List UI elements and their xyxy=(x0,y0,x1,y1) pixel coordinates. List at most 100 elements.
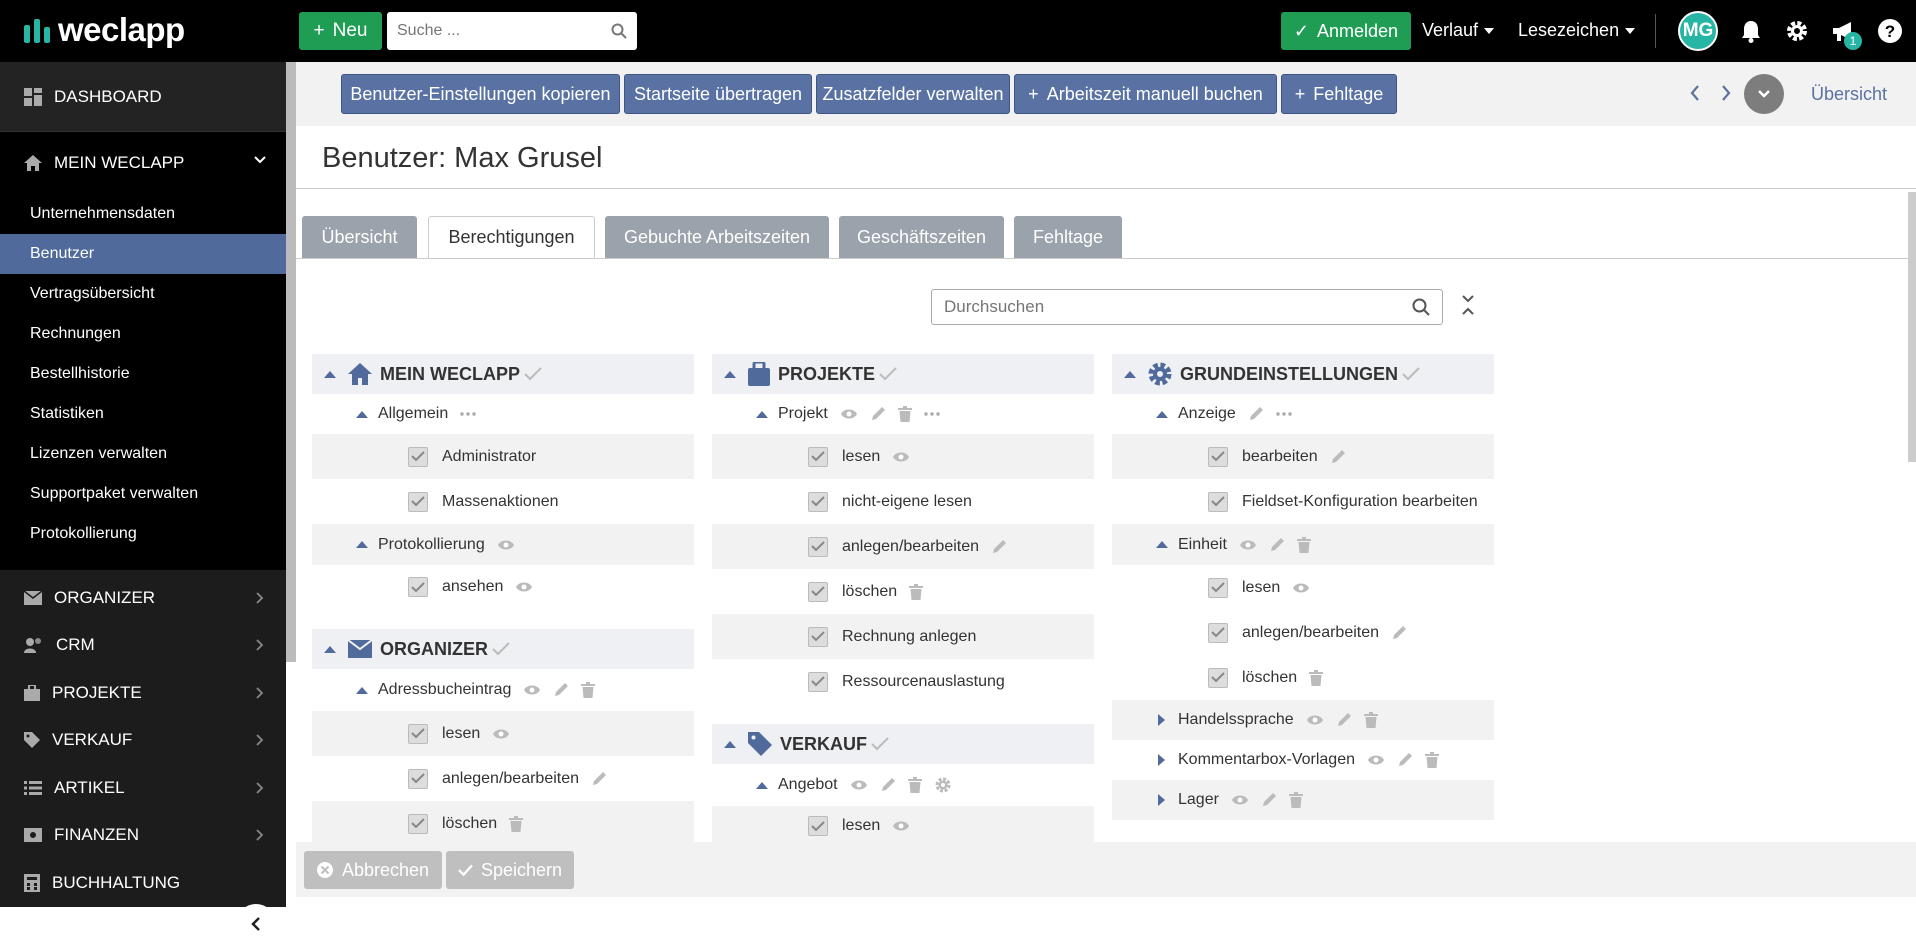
copy-settings-button[interactable]: Benutzer-Einstellungen kopieren xyxy=(341,74,620,114)
sidebar-section-mein-weclapp[interactable]: MEIN WECLAPP xyxy=(0,132,286,194)
more-icon[interactable] xyxy=(924,412,940,416)
permission-checkbox[interactable] xyxy=(808,816,828,836)
previous-icon[interactable] xyxy=(1689,84,1701,102)
check-icon[interactable] xyxy=(492,642,510,656)
permission-section[interactable]: GRUNDEINSTELLUNGEN xyxy=(1112,354,1494,394)
permission-checkbox[interactable] xyxy=(808,446,828,467)
permission-checkbox[interactable] xyxy=(808,671,828,692)
collapse-icon[interactable] xyxy=(356,686,368,694)
pencil-icon[interactable] xyxy=(880,777,896,793)
collapse-icon[interactable] xyxy=(1156,541,1168,548)
check-icon[interactable] xyxy=(1402,367,1420,381)
save-button[interactable]: Speichern xyxy=(446,851,574,889)
trash-icon[interactable] xyxy=(581,682,596,698)
sidebar-item-artikel[interactable]: ARTIKEL xyxy=(0,764,286,812)
weclapp-logo[interactable]: weclapp xyxy=(24,10,185,50)
gear-icon[interactable] xyxy=(1783,17,1811,45)
collapse-icon[interactable] xyxy=(356,410,368,418)
new-button[interactable]: + Neu xyxy=(299,12,382,50)
sidebar-item-lizenzen[interactable]: Lizenzen verwalten xyxy=(0,434,286,474)
pencil-icon[interactable] xyxy=(553,682,569,698)
add-absence-button[interactable]: + Fehltage xyxy=(1281,74,1397,114)
sidebar-item-verkauf[interactable]: VERKAUF xyxy=(0,717,286,765)
collapse-icon[interactable] xyxy=(356,541,368,548)
sidebar-item-rechnungen[interactable]: Rechnungen xyxy=(0,314,286,354)
sidebar-item-crm[interactable]: CRM xyxy=(0,622,286,670)
permission-checkbox[interactable] xyxy=(808,536,828,557)
permission-section[interactable]: MEIN WECLAPP xyxy=(312,354,694,394)
more-icon[interactable] xyxy=(460,412,476,416)
more-actions-button[interactable] xyxy=(1744,74,1784,114)
sidebar-scrollbar[interactable] xyxy=(286,62,296,662)
sidebar-item-statistiken[interactable]: Statistiken xyxy=(0,394,286,434)
eye-icon[interactable] xyxy=(850,779,868,791)
global-search-input[interactable] xyxy=(397,22,611,40)
permission-search[interactable] xyxy=(931,289,1443,325)
permission-search-input[interactable] xyxy=(944,297,1412,317)
transfer-startpage-button[interactable]: Startseite übertragen xyxy=(624,74,812,114)
tab-uebersicht[interactable]: Übersicht xyxy=(302,216,417,258)
permission-checkbox[interactable] xyxy=(408,723,428,744)
tab-gebuchte-arbeitszeiten[interactable]: Gebuchte Arbeitszeiten xyxy=(605,216,829,258)
permission-checkbox[interactable] xyxy=(1208,577,1228,598)
permission-section[interactable]: PROJEKTE xyxy=(712,354,1094,394)
sidebar-item-supportpaket[interactable]: Supportpaket verwalten xyxy=(0,474,286,514)
sidebar-item-protokollierung[interactable]: Protokollierung xyxy=(0,514,286,554)
collapse-all-icon[interactable] xyxy=(1461,294,1475,316)
collapse-icon[interactable] xyxy=(324,645,336,653)
tab-geschaeftszeiten[interactable]: Geschäftszeiten xyxy=(839,216,1004,258)
gear-icon[interactable] xyxy=(934,776,952,794)
sidebar-item-organizer[interactable]: ORGANIZER xyxy=(0,574,286,622)
permission-checkbox[interactable] xyxy=(1208,667,1228,688)
permission-checkbox[interactable] xyxy=(808,626,828,647)
collapse-icon[interactable] xyxy=(724,740,736,748)
collapse-icon[interactable] xyxy=(756,410,768,418)
sidebar-item-bestellhistorie[interactable]: Bestellhistorie xyxy=(0,354,286,394)
global-search[interactable] xyxy=(387,12,637,50)
trash-icon[interactable] xyxy=(1424,752,1439,768)
permission-checkbox[interactable] xyxy=(808,581,828,602)
pencil-icon[interactable] xyxy=(1397,752,1413,768)
trash-icon[interactable] xyxy=(1296,536,1311,553)
collapse-icon[interactable] xyxy=(756,781,768,789)
permission-checkbox[interactable] xyxy=(1208,622,1228,643)
help-icon[interactable]: ? xyxy=(1876,17,1904,45)
sidebar-collapse-button[interactable] xyxy=(236,904,276,944)
check-icon[interactable] xyxy=(524,367,542,381)
next-icon[interactable] xyxy=(1720,84,1732,102)
login-button[interactable]: ✓ Anmelden xyxy=(1281,12,1411,50)
sidebar-item-projekte[interactable]: PROJEKTE xyxy=(0,669,286,717)
collapse-icon[interactable] xyxy=(1124,370,1136,378)
permission-checkbox[interactable] xyxy=(1208,491,1228,512)
tab-fehltage[interactable]: Fehltage xyxy=(1014,216,1122,258)
collapse-icon[interactable] xyxy=(724,370,736,378)
sidebar-item-buchhaltung[interactable]: BUCHHALTUNG xyxy=(0,859,286,907)
permission-checkbox[interactable] xyxy=(808,491,828,512)
pencil-icon[interactable] xyxy=(870,406,886,422)
search-icon[interactable] xyxy=(1412,298,1430,316)
manage-extra-fields-button[interactable]: Zusatzfelder verwalten xyxy=(816,74,1010,114)
check-icon[interactable] xyxy=(871,737,889,751)
sidebar-item-dashboard[interactable]: DASHBOARD xyxy=(0,62,286,132)
sidebar-item-finanzen[interactable]: FINANZEN xyxy=(0,812,286,860)
bell-icon[interactable] xyxy=(1737,17,1765,45)
eye-icon[interactable] xyxy=(523,684,541,696)
permission-section[interactable]: VERKAUF xyxy=(712,724,1094,764)
avatar[interactable]: MG xyxy=(1678,11,1718,51)
collapse-icon[interactable] xyxy=(324,370,336,378)
search-icon[interactable] xyxy=(611,23,627,39)
expand-icon[interactable] xyxy=(1158,714,1165,726)
permission-section[interactable]: ORGANIZER xyxy=(312,629,694,669)
permission-checkbox[interactable] xyxy=(1208,446,1228,467)
permission-checkbox[interactable] xyxy=(408,446,428,467)
permission-checkbox[interactable] xyxy=(408,577,428,597)
book-worktime-button[interactable]: + Arbeitszeit manuell buchen xyxy=(1014,74,1277,114)
expand-icon[interactable] xyxy=(1158,794,1165,806)
expand-icon[interactable] xyxy=(1158,754,1165,766)
content-scrollbar[interactable] xyxy=(1908,192,1916,462)
eye-icon[interactable] xyxy=(1231,794,1249,806)
more-icon[interactable] xyxy=(1276,412,1292,416)
tab-berechtigungen[interactable]: Berechtigungen xyxy=(428,216,595,259)
eye-icon[interactable] xyxy=(1239,539,1257,551)
history-dropdown[interactable]: Verlauf xyxy=(1422,20,1495,41)
